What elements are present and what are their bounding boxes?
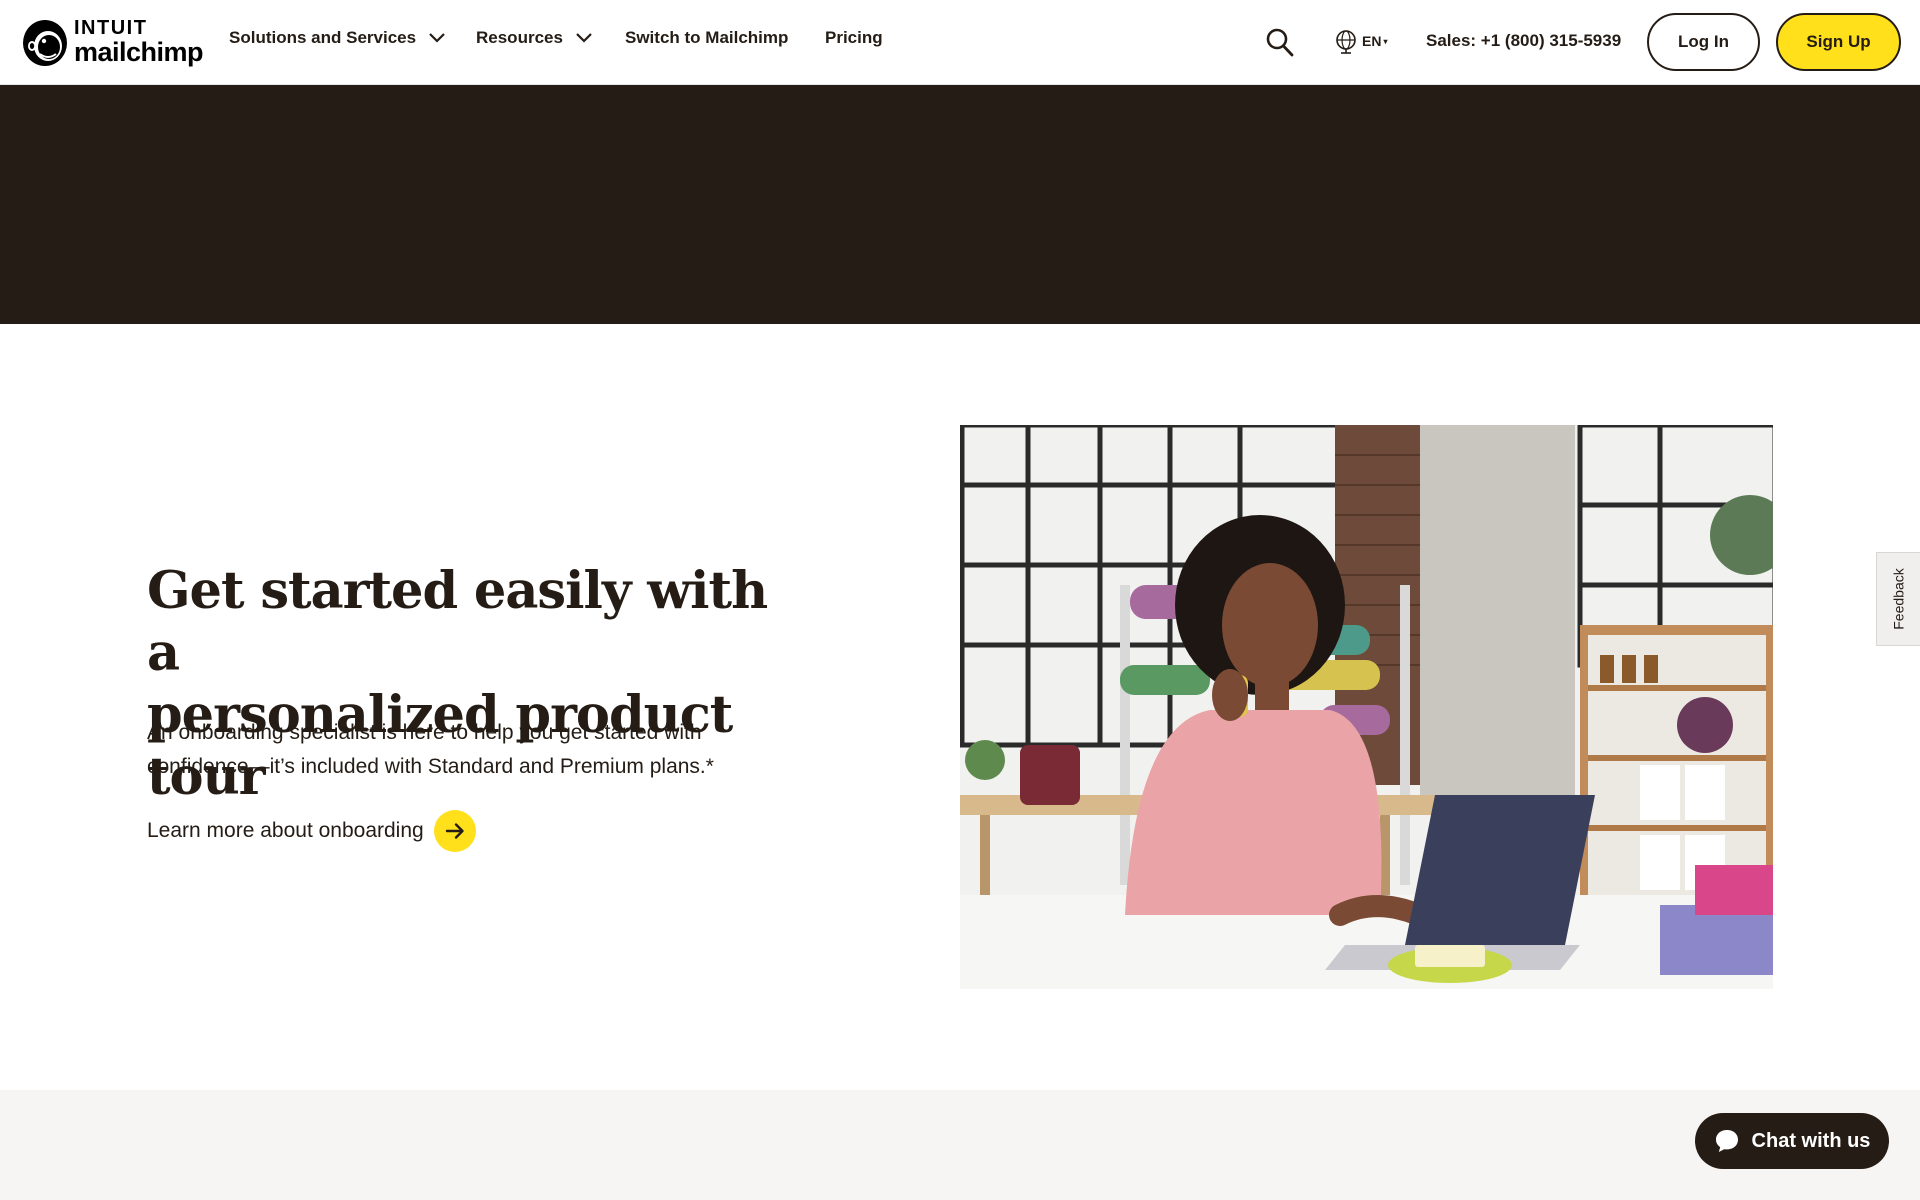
site-header: INTUIT mailchimp Solutions and Services … [0,0,1920,85]
learn-more-label: Learn more about onboarding [147,819,424,842]
feedback-tab[interactable]: Feedback [1876,552,1920,646]
chat-bubble-icon [1715,1130,1738,1152]
onboarding-specialist-photo [960,425,1773,989]
next-section-band [0,1090,1920,1200]
dark-banner [0,85,1920,324]
search-icon[interactable] [1265,26,1295,58]
arrow-right-circle [433,810,476,852]
logo-intuit-text: INTUIT [74,17,148,39]
caret-down-icon: ▾ [1383,36,1388,46]
headline-line-1: Get started easily with a [147,561,768,683]
nav-switch-to-mailchimp[interactable]: Switch to Mailchimp [625,28,788,48]
globe-icon [1336,30,1356,54]
language-label: EN [1362,33,1382,49]
feedback-label: Feedback [1890,568,1907,630]
mailchimp-logo[interactable]: INTUIT mailchimp [20,16,204,68]
description-line-1: An onboarding specialist is here to help… [147,721,702,744]
sales-phone[interactable]: Sales: +1 (800) 315-5939 [1426,31,1621,51]
photo-illustration [960,425,1773,989]
nav-resources-label: Resources [476,28,563,47]
signup-button[interactable]: Sign Up [1776,13,1901,71]
section-description: An onboarding specialist is here to help… [147,716,787,784]
description-line-2: confidence—it’s included with Standard a… [147,755,714,778]
login-button[interactable]: Log In [1647,13,1760,71]
chevron-down-icon [429,33,445,43]
logo-mailchimp-text: mailchimp [74,37,204,67]
nav-pricing[interactable]: Pricing [825,28,883,48]
nav-solutions-label: Solutions and Services [229,28,417,47]
nav-solutions-and-services[interactable]: Solutions and Services [229,28,446,48]
language-selector[interactable]: EN ▾ [1334,28,1387,54]
chat-label: Chat with us [1751,1129,1871,1152]
chat-with-us-button[interactable]: Chat with us [1695,1113,1889,1169]
arrow-right-icon [445,823,464,839]
nav-resources[interactable]: Resources [476,28,593,48]
learn-more-onboarding-link[interactable]: Learn more about onboarding [147,810,476,852]
freddie-logo-icon [23,20,67,66]
chevron-down-icon [576,33,592,43]
